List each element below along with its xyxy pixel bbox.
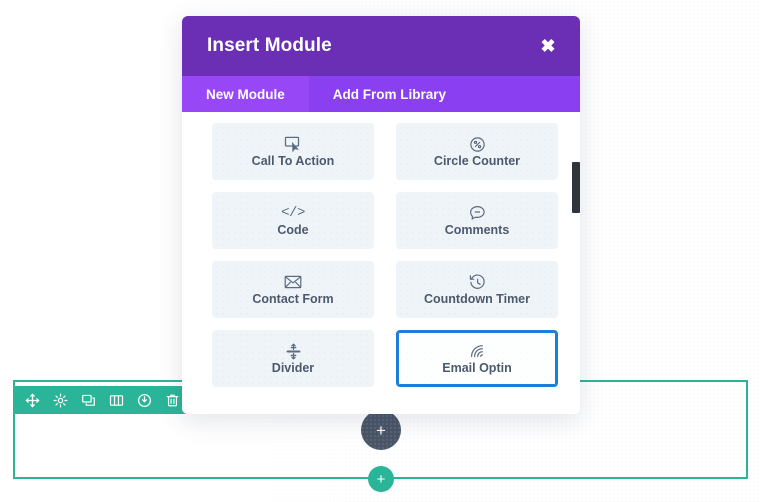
row-add-button[interactable]: +	[368, 466, 394, 492]
divider-icon	[286, 343, 301, 360]
tab-new-module[interactable]: New Module	[182, 76, 309, 112]
cursor-box-icon	[284, 136, 303, 153]
modal-title: Insert Module	[207, 35, 332, 56]
columns-icon[interactable]	[109, 393, 124, 408]
trash-icon[interactable]	[165, 393, 180, 408]
module-card-label: Contact Form	[252, 291, 334, 306]
section-toolbar[interactable]	[13, 386, 192, 414]
speech-bubble-icon	[469, 205, 486, 222]
modal-body: Call To Action Circle Counter </> Code Comme…	[182, 112, 580, 414]
module-card-countdown-timer[interactable]: Countdown Timer	[396, 261, 558, 318]
duplicate-icon[interactable]	[81, 393, 96, 408]
module-grid: Call To Action Circle Counter </> Code Comme…	[212, 123, 558, 387]
module-card-code[interactable]: </> Code	[212, 192, 374, 249]
modal-tab-bar: New Module Add From Library	[182, 76, 580, 112]
save-icon[interactable]	[137, 393, 152, 408]
module-card-label: Divider	[271, 360, 315, 375]
envelope-icon	[284, 274, 302, 291]
module-card-label: Circle Counter	[433, 153, 521, 168]
module-card-circle-counter[interactable]: Circle Counter	[396, 123, 558, 180]
module-add-plus: +	[376, 420, 386, 440]
tab-add-from-library[interactable]: Add From Library	[309, 76, 470, 112]
modal-header: Insert Module ✖	[182, 16, 580, 76]
insert-module-modal: Insert Module ✖ New Module Add From Libra…	[182, 16, 580, 414]
gear-icon[interactable]	[53, 393, 68, 408]
module-card-label: Code	[277, 222, 309, 237]
code-brackets-icon: </>	[281, 205, 305, 222]
module-list-scrollbar-track[interactable]	[571, 112, 580, 414]
module-card-label: Email Optin	[442, 360, 512, 375]
module-add-handle[interactable]: +	[361, 410, 401, 450]
module-card-call-to-action[interactable]: Call To Action	[212, 123, 374, 180]
module-list-scrollbar-thumb[interactable]	[572, 162, 580, 213]
row-add-plus: +	[376, 470, 386, 488]
module-card-divider[interactable]: Divider	[212, 330, 374, 387]
module-card-label: Call To Action	[251, 153, 335, 168]
module-card-label: Comments	[444, 222, 510, 237]
rss-signal-icon	[469, 343, 486, 360]
move-icon[interactable]	[25, 393, 40, 408]
module-card-email-optin[interactable]: Email Optin	[396, 330, 558, 387]
circle-percent-icon	[469, 136, 486, 153]
module-card-comments[interactable]: Comments	[396, 192, 558, 249]
module-card-contact-form[interactable]: Contact Form	[212, 261, 374, 318]
close-icon[interactable]: ✖	[538, 37, 558, 55]
clock-rewind-icon	[469, 274, 486, 291]
module-card-label: Countdown Timer	[423, 291, 530, 306]
